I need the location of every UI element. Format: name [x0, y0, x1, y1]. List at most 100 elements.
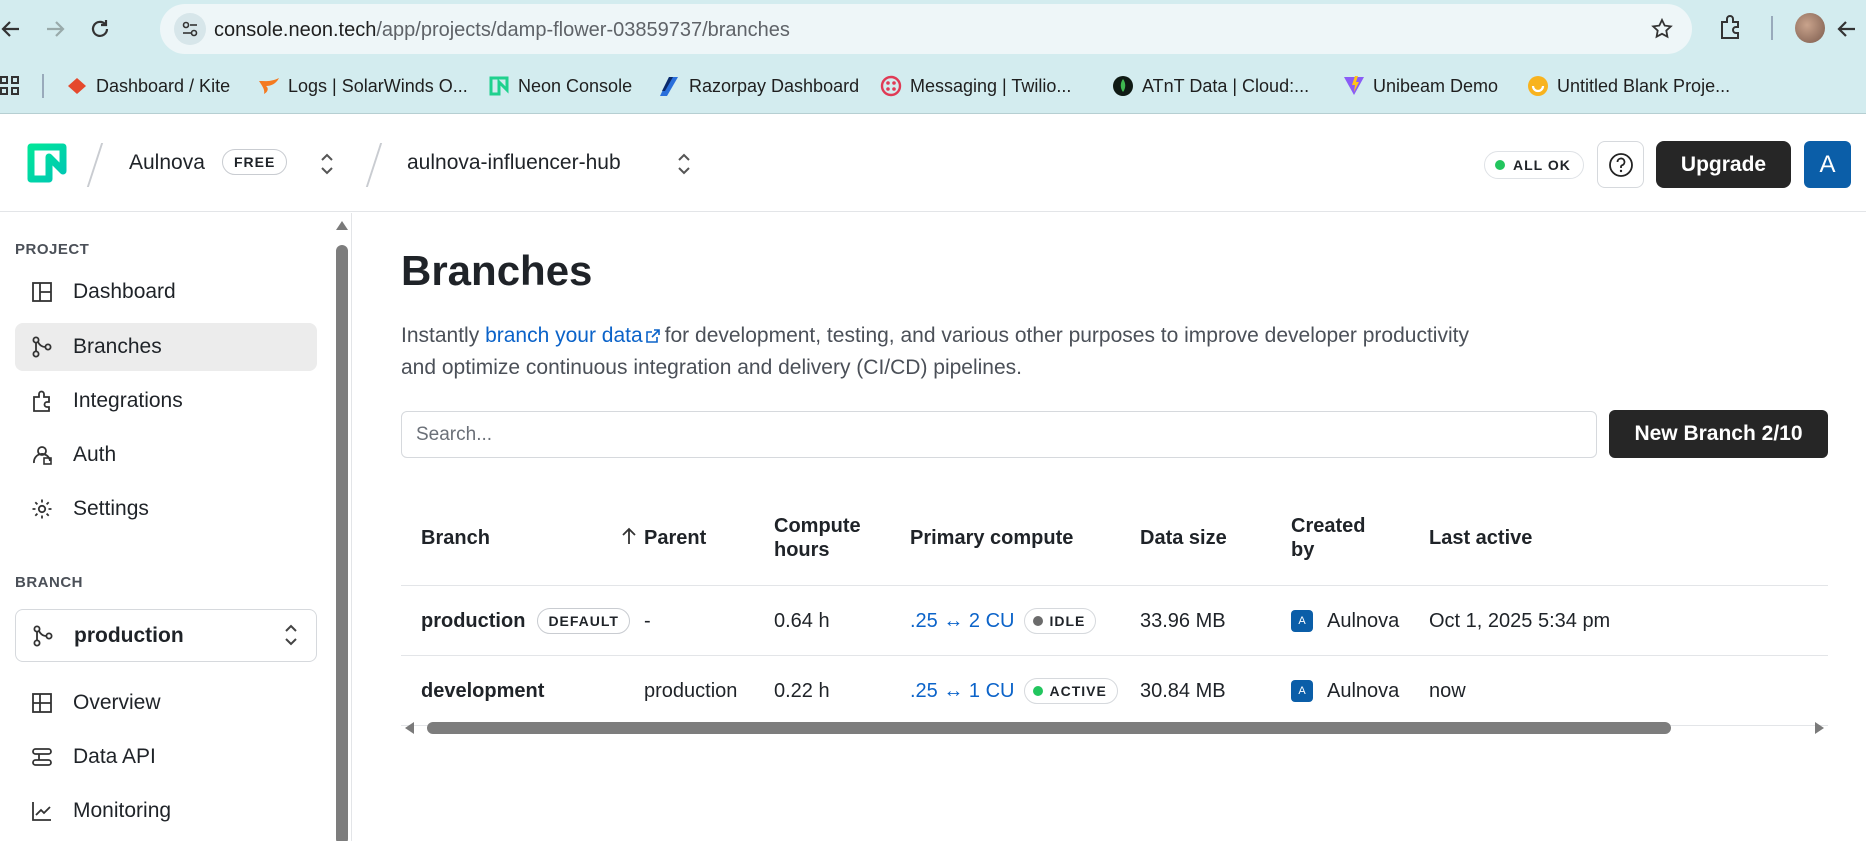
address-bar[interactable]: console.neon.tech/app/projects/damp-flow… [160, 4, 1692, 54]
reload-icon[interactable] [83, 12, 117, 46]
bookmark-solarwinds[interactable]: Logs | SolarWinds O... [258, 74, 468, 98]
compute-size-link[interactable]: .25 ↔ 1 CU [910, 680, 1014, 703]
branch-selector[interactable]: production [15, 609, 317, 662]
compute-state-badge: ACTIVE [1024, 678, 1118, 704]
sidebar-item-auth[interactable]: Auth [15, 431, 317, 479]
search-input[interactable] [401, 411, 1597, 458]
status-badge[interactable]: ALL OK [1484, 151, 1584, 179]
sidebar-item-integrations[interactable]: Integrations [15, 377, 317, 425]
column-header-parent[interactable]: Parent [644, 490, 706, 586]
bookmarks-bar: Dashboard / Kite Logs | SolarWinds O... … [0, 58, 1866, 114]
site-info-icon[interactable] [174, 13, 206, 45]
branch-section-label: BRANCH [15, 574, 83, 591]
cell-compute-hours: 0.22 h [774, 679, 830, 702]
extensions-icon[interactable] [1716, 12, 1746, 47]
state-label: IDLE [1049, 613, 1086, 629]
bookmark-neon[interactable]: Neon Console [488, 74, 632, 98]
project-name[interactable]: aulnova-influencer-hub [407, 151, 621, 175]
creator-name: Aulnova [1327, 609, 1400, 632]
column-header-data-size[interactable]: Data size [1140, 490, 1227, 586]
sidebar-item-data-api[interactable]: Data API [15, 733, 317, 781]
compute-size-link[interactable]: .25 ↔ 2 CU [910, 610, 1014, 633]
column-header-primary-compute[interactable]: Primary compute [910, 490, 1073, 586]
profile-avatar[interactable] [1795, 13, 1825, 43]
bookmark-label: Dashboard / Kite [96, 75, 231, 96]
branch-name[interactable]: development [421, 680, 544, 703]
scroll-up-arrow-icon[interactable] [336, 221, 348, 230]
cell-branch[interactable]: production DEFAULT [421, 586, 630, 656]
bookmark-twilio[interactable]: Messaging | Twilio... [880, 74, 1071, 98]
column-header-compute-hours[interactable]: Compute hours [774, 490, 861, 586]
org-switcher-chevrons-icon[interactable] [317, 147, 337, 181]
branch-icon [29, 334, 55, 360]
sidebar-item-label: Overview [73, 691, 161, 714]
user-avatar[interactable]: A [1804, 141, 1851, 188]
table-horizontal-scrollbar[interactable] [401, 718, 1828, 738]
table-scroll-thumb[interactable] [427, 722, 1671, 734]
branch-your-data-link[interactable]: branch your data [485, 324, 665, 347]
neon-icon [488, 75, 510, 97]
sidebar-item-label: Dashboard [73, 280, 176, 303]
cell-last-active: now [1429, 679, 1466, 702]
apps-grid-icon[interactable] [0, 76, 22, 103]
upgrade-button[interactable]: Upgrade [1656, 141, 1791, 188]
column-label: Compute hours [774, 515, 861, 561]
data-api-icon [29, 744, 55, 770]
column-header-last-active[interactable]: Last active [1429, 490, 1532, 586]
description-text: Instantly [401, 324, 480, 347]
state-label: ACTIVE [1049, 683, 1107, 699]
back-arrow-icon[interactable] [1830, 12, 1864, 46]
project-switcher-chevrons-icon[interactable] [674, 147, 694, 181]
page-title: Branches [401, 247, 593, 294]
bookmark-star-icon[interactable] [1650, 17, 1674, 46]
sidebar-item-monitoring[interactable]: Monitoring [15, 787, 317, 835]
scroll-left-arrow-icon[interactable] [405, 722, 414, 734]
sidebar-item-settings[interactable]: Settings [15, 485, 317, 533]
sidebar-scroll-thumb[interactable] [336, 245, 348, 841]
bookmark-label: Unibeam Demo [1373, 75, 1499, 96]
back-icon[interactable] [0, 12, 28, 46]
bookmark-kite[interactable]: Dashboard / Kite [66, 74, 230, 98]
monitoring-icon [29, 798, 55, 824]
bookmark-mongodb[interactable]: ATnT Data | Cloud:... [1112, 74, 1309, 98]
sidebar: PROJECT Dashboard Branches Integrations … [0, 213, 352, 841]
smiley-icon [1527, 75, 1549, 97]
default-badge: DEFAULT [537, 608, 630, 634]
bookmark-razorpay[interactable]: Razorpay Dashboard [659, 74, 859, 98]
org-name[interactable]: Aulnova [129, 151, 205, 175]
sidebar-item-overview[interactable]: Overview [15, 679, 317, 727]
browser-toolbar: console.neon.tech/app/projects/damp-flow… [0, 0, 1866, 58]
table-row[interactable]: development production 0.22 h .25 ↔ 1 CU… [401, 656, 1828, 726]
table-row[interactable]: production DEFAULT - 0.64 h .25 ↔ 2 CU IDL… [401, 586, 1828, 656]
neon-logo[interactable] [27, 143, 67, 183]
status-label: ALL OK [1513, 157, 1571, 173]
help-icon [1608, 152, 1633, 177]
bookmark-unibeam[interactable]: Unibeam Demo [1343, 74, 1498, 98]
external-link-icon [645, 323, 661, 353]
new-branch-button[interactable]: New Branch 2/10 [1609, 410, 1828, 458]
forward-icon[interactable] [38, 12, 72, 46]
bookmark-label: Razorpay Dashboard [689, 75, 860, 96]
kite-icon [66, 75, 88, 97]
cell-primary-compute: .25 ↔ 2 CU IDLE [910, 586, 1097, 656]
bookmark-label: ATnT Data | Cloud:... [1142, 75, 1310, 96]
sidebar-item-branches[interactable]: Branches [15, 323, 317, 371]
cell-data-size: 33.96 MB [1140, 609, 1226, 632]
sidebar-item-dashboard[interactable]: Dashboard [15, 268, 317, 316]
column-header-created-by[interactable]: Created by [1291, 490, 1365, 586]
mongodb-icon [1112, 75, 1134, 97]
cell-branch[interactable]: development [421, 656, 544, 726]
table-header: Branch Parent Compute hours Primary compu… [401, 490, 1828, 586]
help-button[interactable] [1597, 141, 1644, 188]
sort-ascending-icon[interactable] [621, 526, 637, 551]
scroll-right-arrow-icon[interactable] [1815, 722, 1824, 734]
bookmark-label: Messaging | Twilio... [910, 75, 1072, 96]
bookmark-untitled[interactable]: Untitled Blank Proje... [1527, 74, 1730, 98]
branch-name[interactable]: production [421, 610, 525, 633]
sidebar-scrollbar[interactable] [335, 217, 349, 841]
vite-icon [1343, 75, 1365, 97]
column-header-branch[interactable]: Branch [421, 490, 490, 586]
column-label: Created by [1291, 515, 1366, 561]
cell-primary-compute: .25 ↔ 1 CU ACTIVE [910, 656, 1118, 726]
bookmark-label: Neon Console [518, 75, 633, 96]
